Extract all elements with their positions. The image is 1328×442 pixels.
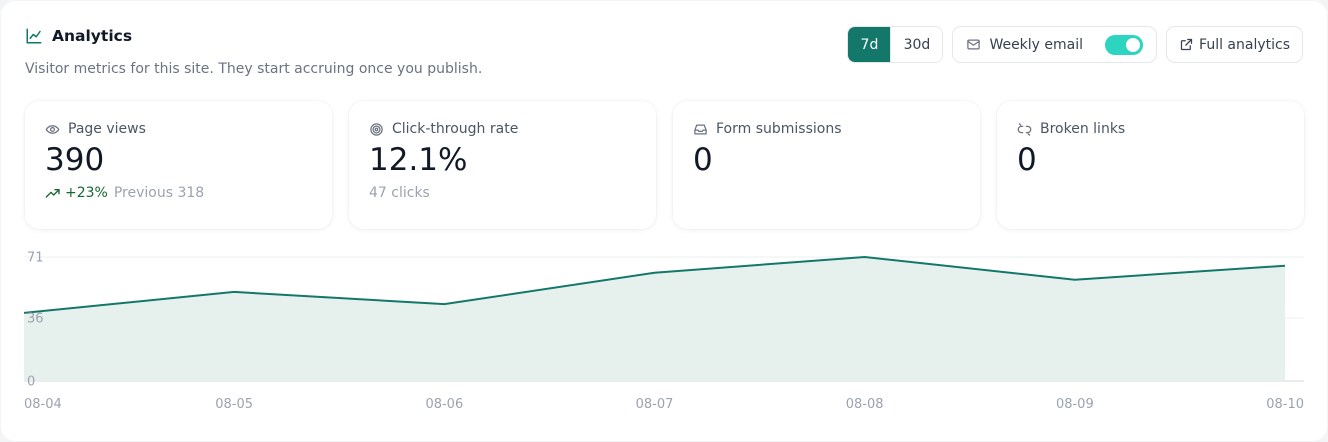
delta-value: +23% bbox=[65, 184, 108, 201]
title-row: Analytics bbox=[25, 27, 132, 45]
header-controls: 7d 30d Weekly email Full analytics bbox=[847, 26, 1303, 63]
x-tick-label: 08-04 bbox=[24, 397, 62, 412]
stat-form-submissions: Form submissions 0 bbox=[673, 101, 980, 229]
stat-label-row: Page views bbox=[45, 121, 312, 137]
toggle-knob bbox=[1126, 37, 1141, 52]
y-tick-label: 71 bbox=[27, 251, 44, 266]
target-icon bbox=[370, 122, 383, 136]
stat-label: Page views bbox=[68, 121, 146, 137]
y-tick-label: 0 bbox=[27, 375, 35, 390]
clicks-count: 47 clicks bbox=[369, 184, 430, 201]
analytics-header: Analytics Visitor metrics for this site.… bbox=[25, 27, 482, 77]
stat-sub: 47 clicks bbox=[369, 185, 636, 201]
eye-icon bbox=[45, 124, 60, 134]
x-tick-label: 08-09 bbox=[1056, 397, 1094, 412]
y-tick-label: 36 bbox=[27, 312, 44, 327]
x-tick-label: 08-07 bbox=[636, 397, 674, 412]
stat-click-through-rate: Click-through rate 12.1% 47 clicks bbox=[349, 101, 656, 229]
stat-sub: +23% Previous 318 bbox=[45, 185, 312, 201]
full-analytics-label: Full analytics bbox=[1199, 36, 1290, 53]
stat-page-views: Page views 390 +23% Previous 318 bbox=[25, 101, 332, 229]
trending-up-icon bbox=[45, 188, 60, 198]
chart-area bbox=[24, 257, 1285, 381]
external-link-icon bbox=[1180, 38, 1193, 51]
x-tick-label: 08-10 bbox=[1266, 397, 1304, 412]
page-title: Analytics bbox=[52, 27, 133, 45]
weekly-email-control: Weekly email bbox=[952, 26, 1158, 63]
full-analytics-button[interactable]: Full analytics bbox=[1166, 26, 1303, 63]
x-tick-label: 08-08 bbox=[846, 397, 884, 412]
delta-badge: +23% bbox=[45, 185, 108, 201]
mail-icon bbox=[967, 39, 981, 50]
line-chart-icon bbox=[26, 28, 42, 44]
weekly-email-toggle[interactable] bbox=[1105, 34, 1144, 55]
stat-label-row: Broken links bbox=[1017, 121, 1284, 137]
broken-link-icon bbox=[1017, 122, 1032, 136]
range-selector: 7d 30d bbox=[847, 26, 944, 63]
stat-value: 390 bbox=[45, 142, 105, 178]
x-tick-label: 08-05 bbox=[215, 397, 253, 412]
weekly-email-label: Weekly email bbox=[989, 36, 1084, 53]
range-7d-button[interactable]: 7d bbox=[848, 27, 891, 62]
stat-label: Form submissions bbox=[716, 121, 842, 137]
stat-label: Broken links bbox=[1040, 121, 1126, 137]
x-tick-label: 08-06 bbox=[425, 397, 463, 412]
stat-value: 0 bbox=[693, 142, 713, 178]
stat-cards: Page views 390 +23% Previous 318 Click-t… bbox=[25, 101, 1304, 229]
stat-value: 0 bbox=[1017, 142, 1037, 178]
previous-value: Previous 318 bbox=[113, 184, 205, 201]
stat-label-row: Form submissions bbox=[693, 121, 960, 137]
range-30d-button[interactable]: 30d bbox=[890, 27, 943, 62]
inbox-icon bbox=[694, 124, 707, 134]
page-subtitle: Visitor metrics for this site. They star… bbox=[25, 61, 483, 77]
stat-broken-links: Broken links 0 bbox=[997, 101, 1304, 229]
page-views-chart: 0 36 71 08-04 08-05 08-06 08-07 08-08 08-09 08-10 bbox=[23, 251, 1304, 412]
stat-label-row: Click-through rate bbox=[369, 121, 636, 137]
stat-value: 12.1% bbox=[369, 142, 468, 178]
stat-label: Click-through rate bbox=[392, 121, 519, 137]
